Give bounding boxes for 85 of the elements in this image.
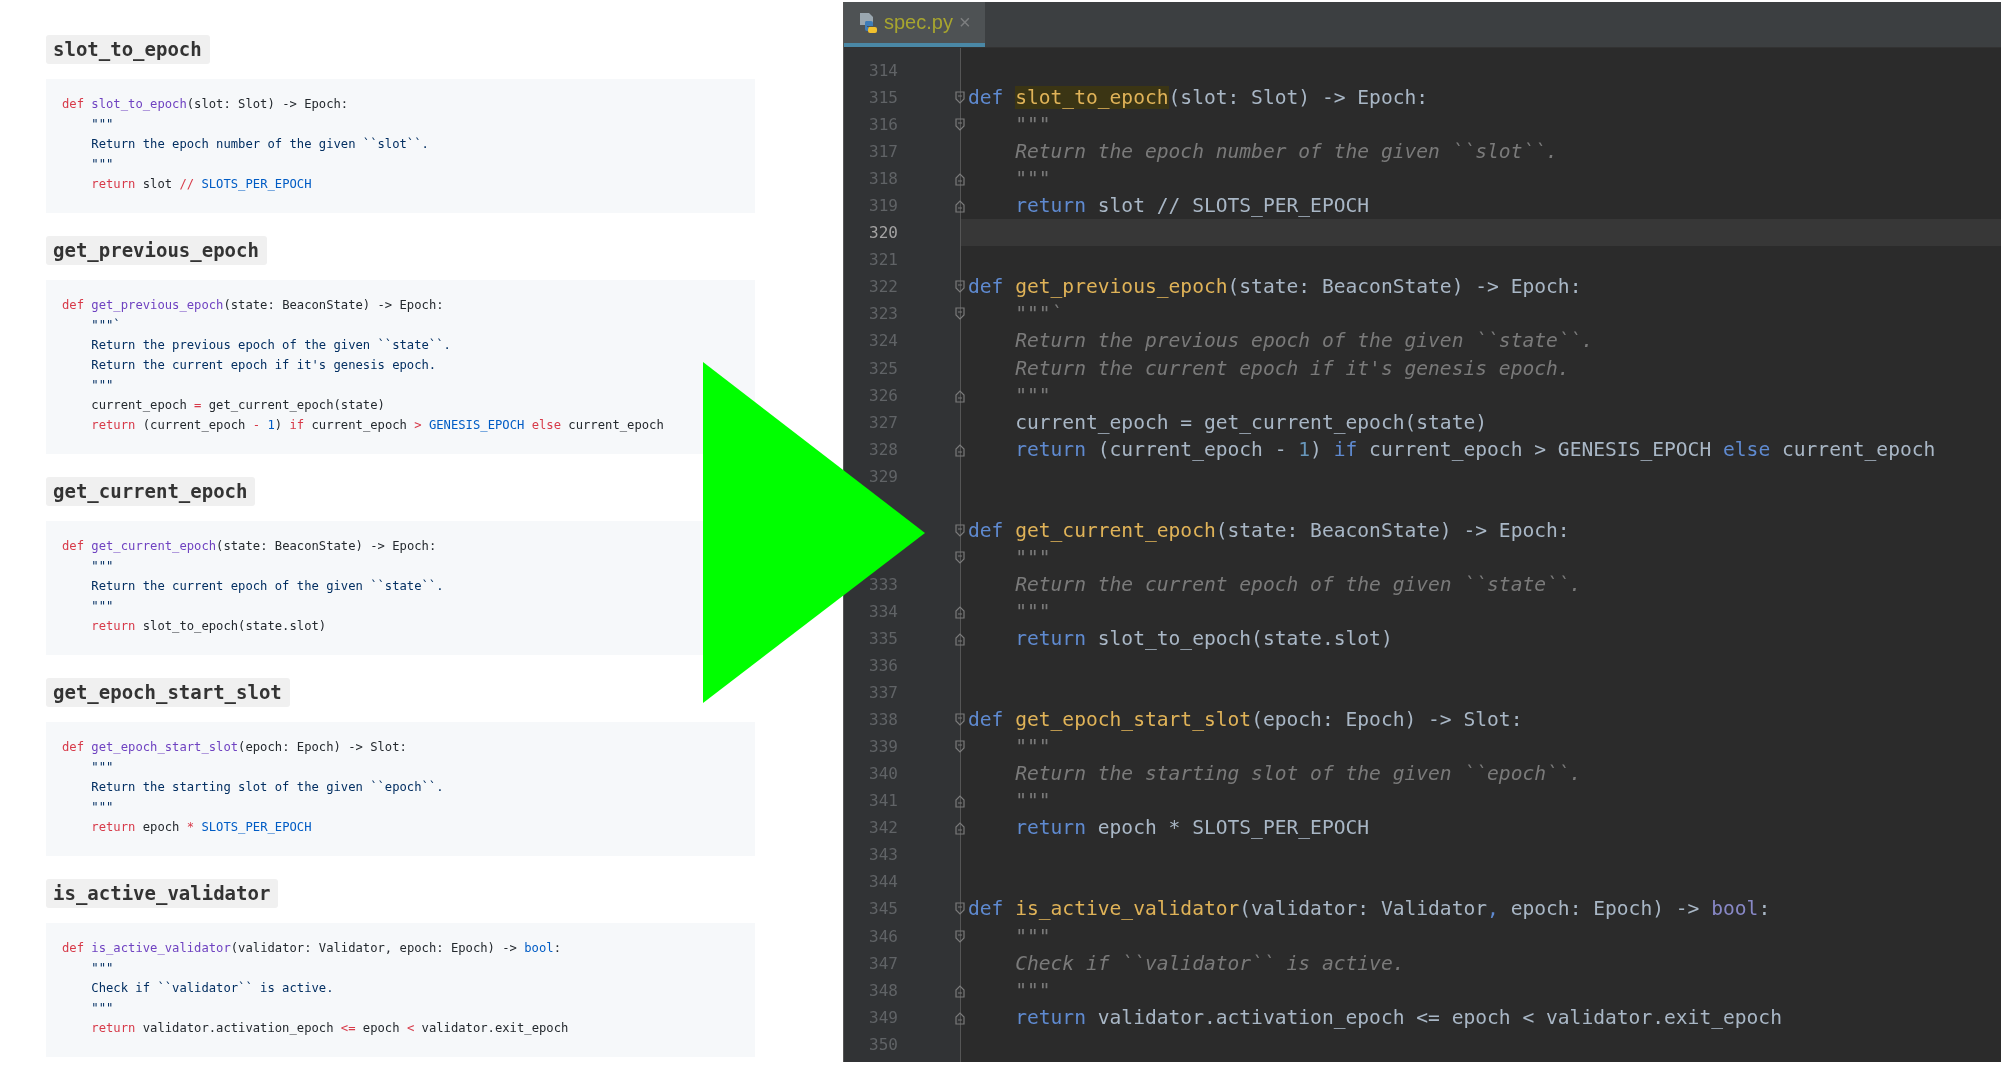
code-line: Return the starting slot of the given ``epoch``. [1014,761,1583,788]
section-heading: get_previous_epoch [46,236,267,265]
fold-marker-icon[interactable] [955,388,965,403]
fold-marker-icon[interactable] [955,118,965,133]
code-line: Return the current epoch of the given ``state``. [1014,571,1583,598]
code-line: return validator.activation_epoch <= epoch < validator.exit_epoch [90,1020,570,1037]
code-line: Return the previous epoch of the given ``state``. [90,337,452,354]
code-line: """ [1014,788,1052,815]
arrow-icon [703,362,925,703]
fold-marker-icon[interactable] [955,550,965,565]
code-line: def slot_to_epoch(slot: Slot) -> Epoch: [62,96,350,113]
close-button[interactable]: × [958,11,971,34]
code-line: """` [1014,301,1064,328]
code-line: def slot_to_epoch(slot: Slot) -> Epoch: [967,85,1430,112]
code-line: Check if ``validator`` is active. [90,980,335,997]
code-line: def is_active_validator(validator: Validator, epoch: Epoch) -> bool: [967,896,1772,923]
fold-marker-icon[interactable] [955,604,965,619]
fold-marker-icon[interactable] [955,442,965,457]
code-line: return (current_epoch - 1) if current_epoch > GENESIS_EPOCH else current_epoch [1014,436,1937,463]
code-line: Return the epoch number of the given ``slot``. [1014,139,1559,166]
section-heading: is_active_validator [46,879,279,908]
fold-marker-icon[interactable] [955,740,965,755]
code-line: """ [90,799,115,816]
code-line: return slot // SLOTS_PER_EPOCH [1014,193,1371,220]
code-line: def get_current_epoch(state: BeaconState) -> Epoch: [967,517,1571,544]
fold-marker-icon[interactable] [955,307,965,322]
fold-marker-icon[interactable] [955,713,965,728]
code-line: """ [90,558,115,575]
code-line: """ [1014,923,1052,950]
code-line: return slot // SLOTS_PER_EPOCH [90,176,313,193]
code-line: def get_previous_epoch(state: BeaconState) -> Epoch: [62,297,445,314]
fold-marker-icon[interactable] [955,983,965,998]
fold-marker-icon[interactable] [955,1010,965,1025]
code-line: """ [1014,598,1052,625]
code-line: return epoch * SLOTS_PER_EPOCH [90,819,313,836]
code-line: """ [1014,382,1052,409]
code-line: return validator.activation_epoch <= epoch < validator.exit_epoch [1014,1004,1783,1031]
python-file-icon [858,11,878,34]
code-line: Return the starting slot of the given ``epoch``. [90,779,445,796]
code-line: def get_epoch_start_slot(epoch: Epoch) -> Slot: [967,707,1524,734]
fold-marker-icon[interactable] [955,929,965,944]
code-line: return slot_to_epoch(state.slot) [90,618,328,635]
fold-marker-icon[interactable] [955,280,965,295]
code-line: return epoch * SLOTS_PER_EPOCH [1014,815,1371,842]
code-line: """ [90,116,115,133]
code-line: Return the epoch number of the given ``slot``. [90,136,430,153]
fold-marker-icon[interactable] [955,172,965,187]
code-line: """ [90,1000,115,1017]
fold-marker-icon[interactable] [955,794,965,809]
code-line: Return the previous epoch of the given ``state``. [1014,328,1595,355]
section-heading: get_current_epoch [46,477,256,506]
tab-label: spec.py [884,11,953,34]
code-line: Return the current epoch if it's genesis epoch. [1014,355,1571,382]
code-line: current_epoch = get_current_epoch(state) [90,397,386,414]
code-line: """ [90,156,115,173]
fold-marker-icon[interactable] [955,821,965,836]
code-line: Check if ``validator`` is active. [1014,950,1406,977]
code-line: """ [90,960,115,977]
code-line: def is_active_validator(validator: Validator, epoch: Epoch) -> bool: [62,940,562,957]
code-line: """ [1014,112,1052,139]
code-line: """ [1014,166,1052,193]
fold-marker-icon[interactable] [955,902,965,917]
code-line: def get_epoch_start_slot(epoch: Epoch) -> Slot: [62,739,408,756]
code-line: return (current_epoch - 1) if current_epoch > GENESIS_EPOCH else current_epoch [90,417,665,434]
code-line: """ [90,759,115,776]
fold-marker-icon[interactable] [955,91,965,106]
code-line: return slot_to_epoch(state.slot) [1014,626,1394,652]
code-line: """ [1014,544,1052,571]
code-line: current_epoch = get_current_epoch(state) [1014,409,1489,436]
code-line: Return the current epoch if it's genesis epoch. [90,357,438,374]
code-line: """ [1014,977,1052,1004]
code-line: """` [90,317,122,334]
code-line: def get_current_epoch(state: BeaconState) -> Epoch: [62,538,438,555]
line-number: 320 [869,223,898,243]
code-line: Return the current epoch of the given ``state``. [90,578,445,595]
section-heading: get_epoch_start_slot [46,678,290,707]
fold-marker-icon[interactable] [955,199,965,214]
code-line: """ [90,598,115,615]
fold-marker-icon[interactable] [955,632,965,646]
code-line: def get_previous_epoch(state: BeaconState) -> Epoch: [967,274,1583,301]
fold-marker-icon[interactable] [955,523,965,538]
section-heading: slot_to_epoch [46,35,210,64]
file-tab[interactable]: spec.py × [844,2,985,47]
code-line: """ [90,377,115,394]
code-line: """ [1014,734,1052,761]
